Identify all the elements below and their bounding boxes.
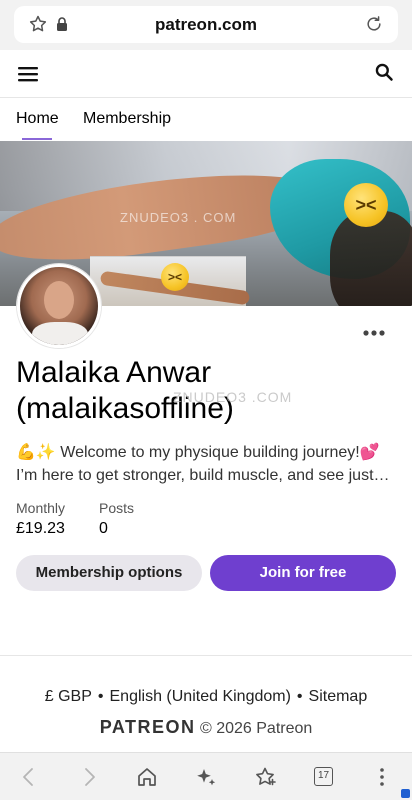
footer-links: £ GBP • English (United Kingdom) • Sitemap (0, 688, 412, 706)
browser-bottom-toolbar: 17 (0, 752, 412, 800)
forward-icon[interactable] (78, 766, 100, 788)
site-header (0, 50, 412, 98)
back-icon[interactable] (18, 766, 40, 788)
more-options-icon[interactable] (363, 329, 385, 337)
more-menu-icon[interactable] (371, 766, 393, 788)
banner-watermark: ZNUDEO3 . COM (120, 210, 237, 225)
separator-dot: • (296, 688, 303, 705)
separator-dot: • (97, 688, 104, 705)
avatar-face (44, 281, 74, 319)
creator-avatar[interactable] (17, 264, 101, 348)
sparkle-icon[interactable] (195, 766, 217, 788)
stat-posts: Posts 0 (99, 500, 134, 538)
tab-membership[interactable]: Membership (83, 110, 171, 128)
reload-icon[interactable] (364, 14, 384, 34)
url-text[interactable]: patreon.com (14, 15, 398, 35)
address-bar[interactable]: patreon.com (14, 6, 398, 43)
bio-line: 💪✨ Welcome to my physique building journ… (16, 444, 380, 461)
tab-home[interactable]: Home (16, 110, 59, 128)
language-selector[interactable]: English (United Kingdom) (110, 688, 291, 705)
join-for-free-button[interactable]: Join for free (210, 555, 396, 591)
home-icon[interactable] (136, 766, 158, 788)
browser-top-bar: patreon.com (0, 0, 412, 50)
stat-label: Posts (99, 500, 135, 516)
name-watermark: ZNUDEO3 .COM (173, 389, 293, 405)
footer-brand: PATREON © 2026 Patreon (0, 717, 412, 738)
search-icon[interactable] (374, 62, 394, 82)
tab-count-icon[interactable]: 17 (314, 767, 333, 786)
creator-bio[interactable]: 💪✨ Welcome to my physique building journ… (16, 441, 396, 487)
avatar-clothing (32, 322, 88, 345)
hamburger-menu-icon[interactable] (18, 66, 38, 82)
sitemap-link[interactable]: Sitemap (309, 688, 368, 705)
favorites-icon[interactable] (254, 766, 276, 788)
bio-line: I’m here to get stronger, build muscle, … (16, 467, 390, 484)
copyright-text: © 2026 Patreon (199, 720, 313, 737)
currency-selector[interactable]: £ GBP (45, 688, 92, 705)
patreon-logo[interactable]: PATREON (100, 717, 196, 737)
stat-value: £19.23 (16, 520, 65, 537)
membership-options-button[interactable]: Membership options (16, 555, 202, 591)
footer-divider (0, 655, 412, 656)
stat-monthly: Monthly £19.23 (16, 500, 65, 538)
emoji-censor-sticker: >< (344, 183, 388, 227)
emoji-censor-sticker: >< (161, 263, 189, 291)
stat-value: 0 (99, 520, 108, 537)
active-tab-indicator (22, 138, 52, 140)
creator-tabs: Home Membership (0, 98, 412, 141)
stat-label: Monthly (16, 500, 66, 516)
corner-badge-icon (401, 789, 410, 798)
